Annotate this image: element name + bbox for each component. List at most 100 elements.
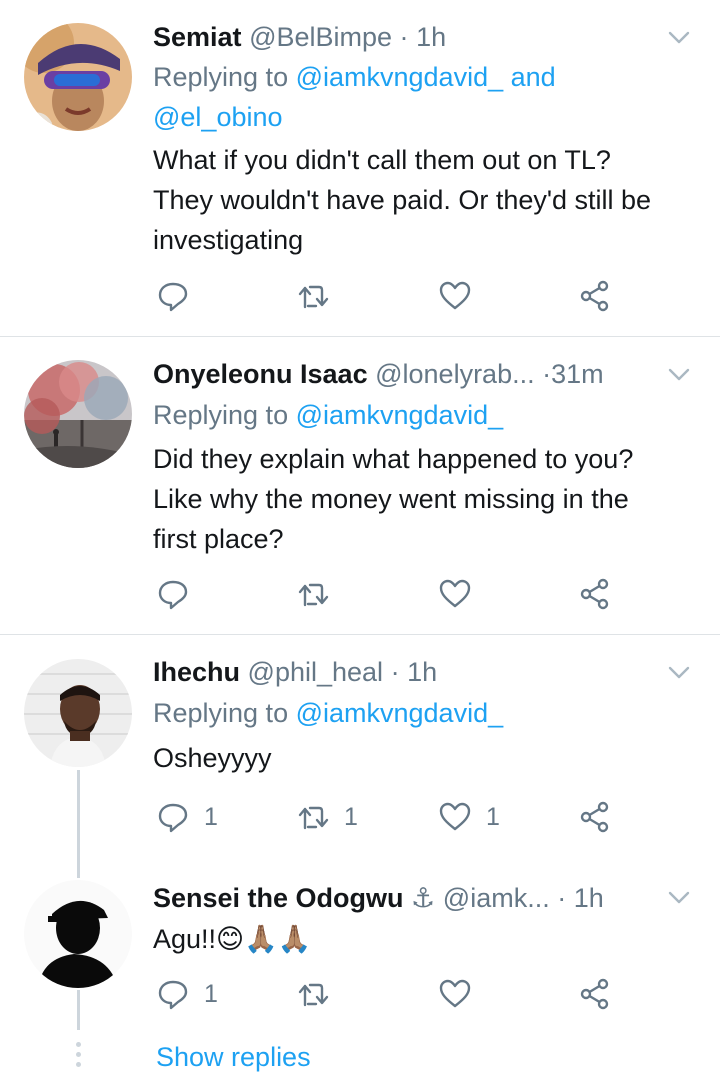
thread-dot (76, 1052, 81, 1057)
mention-link[interactable]: @iamkvngdavid_ (296, 698, 504, 728)
timestamp[interactable]: 1h (407, 657, 437, 687)
reply-icon (156, 800, 190, 834)
tweet-ihechu[interactable]: Ihechu @phil_heal · 1h Replying to @iamk… (0, 635, 720, 875)
tweet-text-line: investigating (153, 225, 304, 255)
tweet-header: Ihechu @phil_heal · 1h (153, 652, 660, 692)
tweet-header: Sensei the Odogwu ⚓ @iamk... · 1h (153, 878, 660, 918)
tweet-text-line: first place? (153, 524, 284, 554)
tweet-actions: 1 1 1 (153, 797, 623, 837)
timestamp[interactable]: 1h (416, 22, 446, 52)
tweet-sensei[interactable]: Sensei the Odogwu ⚓ @iamk... · 1h Agu!!😊… (0, 875, 720, 1035)
share-button[interactable] (578, 574, 612, 614)
retweet-icon (296, 977, 330, 1011)
separator-dot: · (399, 22, 409, 52)
user-handle[interactable]: @phil_heal (248, 657, 384, 687)
share-button[interactable] (578, 974, 612, 1014)
like-button[interactable] (438, 276, 472, 316)
reply-count: 1 (204, 802, 218, 831)
share-button[interactable] (578, 276, 612, 316)
like-icon (438, 279, 472, 313)
reply-icon (156, 279, 190, 313)
retweet-count: 1 (344, 802, 358, 831)
avatar-onyeleonu[interactable] (24, 360, 132, 468)
display-name[interactable]: Semiat (153, 22, 242, 52)
replying-to-label: Replying to (153, 400, 296, 430)
tweet-text-line: Osheyyyy (153, 743, 272, 773)
like-button[interactable]: 1 (438, 797, 500, 837)
avatar-sensei-image (24, 880, 132, 988)
reply-icon (156, 977, 190, 1011)
share-icon (578, 577, 612, 611)
avatar-sensei[interactable] (24, 880, 132, 988)
share-icon (578, 977, 612, 1011)
retweet-button[interactable] (296, 574, 330, 614)
avatar-ihechu-image (24, 659, 132, 767)
tweet-header: Onyeleonu Isaac @lonelyrab... ·31m (153, 354, 660, 394)
tweet-actions: 1 (153, 974, 623, 1014)
like-button[interactable] (438, 574, 472, 614)
reply-count: 1 (204, 979, 218, 1008)
tweet-semiat[interactable]: Semiat @BelBimpe · 1h Replying to @iamkv… (0, 0, 720, 336)
tweet-actions (153, 574, 623, 614)
reply-button[interactable]: 1 (156, 974, 218, 1014)
tweet-text-line: They wouldn't have paid. Or they'd still… (153, 185, 652, 215)
thread-dot (76, 1062, 81, 1067)
replying-to-label: Replying to (153, 698, 296, 728)
timestamp[interactable]: 1h (574, 883, 604, 913)
separator-dot: · (542, 359, 552, 389)
user-handle[interactable]: @BelBimpe (249, 22, 392, 52)
mention-link[interactable]: @iamkvngdavid_ (296, 400, 504, 430)
tweet-text: Agu!!😊🙏🏽🙏🏽 (153, 919, 700, 959)
retweet-button[interactable] (296, 974, 330, 1014)
avatar-semiat[interactable] (24, 23, 132, 131)
replying-to-label: Replying to (153, 62, 296, 92)
display-name[interactable]: Onyeleonu Isaac (153, 359, 368, 389)
retweet-button[interactable]: 1 (296, 797, 358, 837)
retweet-icon (296, 279, 330, 313)
retweet-icon (296, 577, 330, 611)
avatar-ihechu[interactable] (24, 659, 132, 767)
display-name[interactable]: Ihechu (153, 657, 240, 687)
reply-button[interactable]: 1 (156, 797, 218, 837)
tweet-onyeleonu[interactable]: Onyeleonu Isaac @lonelyrab... ·31m Reply… (0, 337, 720, 634)
show-replies-link[interactable]: Show replies (156, 1037, 311, 1077)
mention-link[interactable]: @el_obino (153, 102, 283, 132)
tweet-text-line: Did they explain what happened to you? (153, 444, 634, 474)
retweet-icon (296, 800, 330, 834)
reply-button[interactable] (156, 574, 190, 614)
tweet-text: Osheyyyy (153, 738, 700, 778)
replying-to: Replying to @iamkvngdavid_ (153, 693, 690, 733)
reply-button[interactable] (156, 276, 190, 316)
like-icon (438, 577, 472, 611)
separator-dot: · (557, 883, 567, 913)
display-name[interactable]: Sensei the Odogwu (153, 883, 404, 913)
chevron-down-icon[interactable] (666, 361, 692, 387)
share-button[interactable] (578, 797, 612, 837)
user-handle[interactable]: @lonelyrab... (375, 359, 534, 389)
tweet-text-line: What if you didn't call them out on TL? (153, 145, 611, 175)
tweet-header: Semiat @BelBimpe · 1h (153, 17, 660, 57)
avatar-semiat-image (24, 23, 132, 131)
reply-icon (156, 577, 190, 611)
like-icon (438, 977, 472, 1011)
chevron-down-icon[interactable] (666, 884, 692, 910)
user-handle[interactable]: @iamk... (443, 883, 550, 913)
chevron-down-icon[interactable] (666, 659, 692, 685)
tweet-text: What if you didn't call them out on TL? … (153, 140, 700, 260)
tweet-text: Did they explain what happened to you? L… (153, 439, 700, 559)
tweet-text-line: Agu!! (153, 924, 217, 954)
anchor-icon: ⚓ (411, 883, 436, 913)
timestamp[interactable]: 31m (551, 359, 604, 389)
tweet-actions (153, 276, 623, 316)
emoji-sequence: 😊🙏🏽🙏🏽 (216, 924, 312, 954)
chevron-down-icon[interactable] (666, 24, 692, 50)
replying-to: Replying to @iamkvngdavid_ and @el_obino (153, 57, 690, 137)
replying-to: Replying to @iamkvngdavid_ (153, 395, 690, 435)
tweet-text-line: Like why the money went missing in the (153, 484, 629, 514)
share-icon (578, 279, 612, 313)
separator-dot: · (390, 657, 400, 687)
retweet-button[interactable] (296, 276, 330, 316)
avatar-onyeleonu-image (24, 360, 132, 468)
like-button[interactable] (438, 974, 472, 1014)
mention-link[interactable]: @iamkvngdavid_ and (296, 62, 556, 92)
